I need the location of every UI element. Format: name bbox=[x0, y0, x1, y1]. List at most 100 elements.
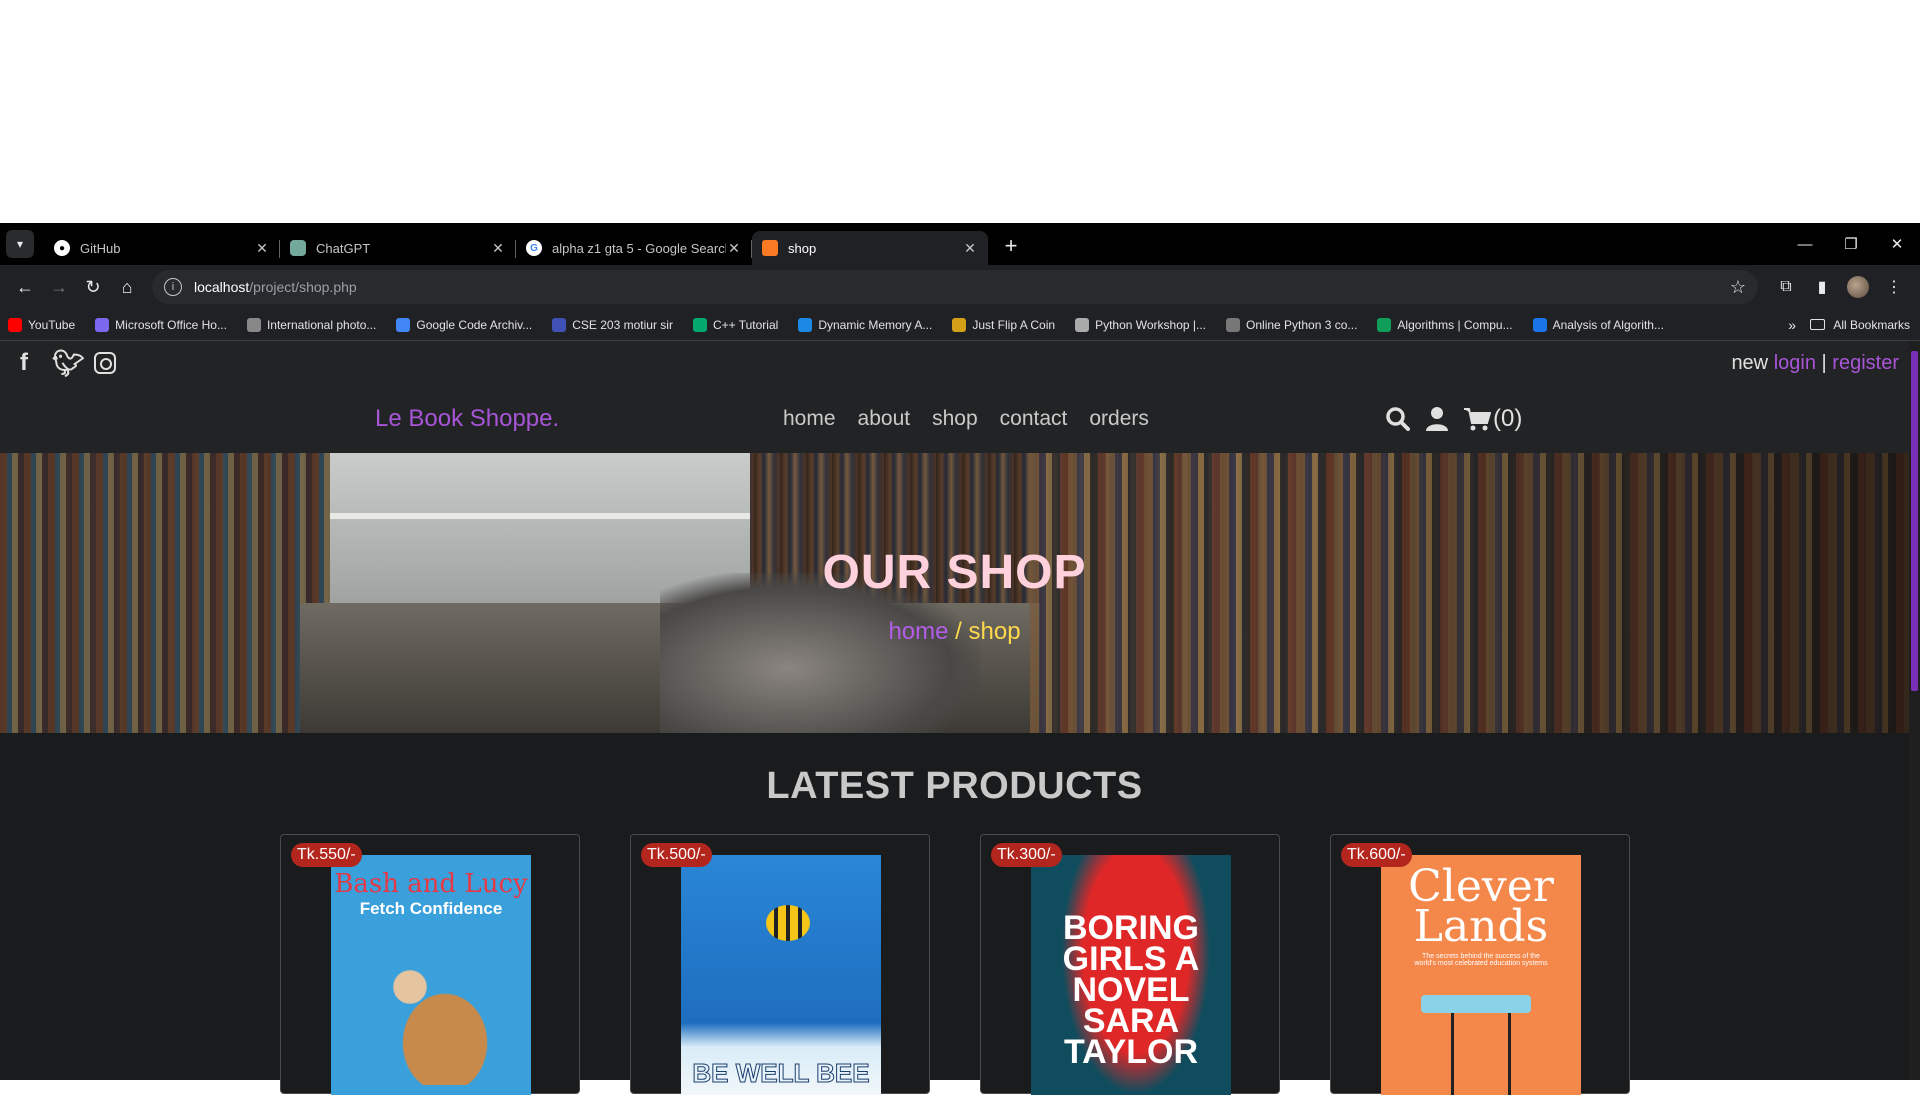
nav-shop[interactable]: shop bbox=[932, 407, 978, 431]
bookmark-item[interactable]: Microsoft Office Ho... bbox=[95, 317, 227, 332]
user-icon[interactable] bbox=[1425, 406, 1449, 432]
google-icon: G bbox=[526, 240, 542, 256]
book-cover[interactable]: BE WELL BEE bbox=[681, 855, 881, 1095]
bookmark-label: Online Python 3 co... bbox=[1246, 317, 1358, 332]
reload-icon[interactable]: ↻ bbox=[76, 270, 110, 304]
extensions-icon[interactable]: ⧉ bbox=[1768, 270, 1804, 304]
social-links: f 🐦︎ bbox=[10, 348, 116, 379]
scrollbar-thumb[interactable] bbox=[1911, 351, 1918, 691]
breadcrumb-home-link[interactable]: home bbox=[888, 618, 948, 645]
close-window-icon[interactable]: ✕ bbox=[1874, 223, 1920, 265]
bookmark-star-icon[interactable]: ☆ bbox=[1730, 277, 1746, 298]
product-card[interactable]: Tk.600/- Clever Lands The secrets behind… bbox=[1330, 834, 1630, 1095]
tab-shop[interactable]: shop ✕ bbox=[752, 231, 988, 265]
bookmark-favicon-icon bbox=[246, 317, 261, 332]
tab-google-search[interactable]: G alpha z1 gta 5 - Google Search ✕ bbox=[516, 231, 752, 265]
section-title: LATEST PRODUCTS bbox=[766, 765, 1143, 807]
bookmark-favicon-icon bbox=[1075, 317, 1090, 332]
back-icon[interactable]: ← bbox=[8, 270, 42, 304]
folder-icon bbox=[1810, 319, 1826, 330]
facebook-icon[interactable]: f bbox=[10, 349, 38, 377]
instagram-icon[interactable] bbox=[94, 352, 116, 374]
bookmark-label: Microsoft Office Ho... bbox=[115, 317, 227, 332]
site-logo[interactable]: Le Book Shoppe. bbox=[375, 405, 559, 433]
book-cover[interactable]: BORING GIRLS A NOVEL SARA TAYLOR bbox=[1031, 855, 1231, 1095]
bookmarks-bar: YouTube Microsoft Office Ho... Internation… bbox=[0, 309, 1920, 341]
bookmark-favicon-icon bbox=[8, 317, 22, 332]
all-bookmarks-button[interactable]: All Bookmarks bbox=[1810, 318, 1910, 332]
bookmarks-overflow-icon[interactable]: » bbox=[1788, 317, 1796, 333]
tab-strip: ▾ ● GitHub ✕ ChatGPT ✕ G alpha z1 gta 5 … bbox=[0, 223, 1920, 265]
bookmark-item[interactable]: Online Python 3 co... bbox=[1226, 317, 1358, 332]
window-controls: — ❐ ✕ bbox=[1782, 223, 1920, 265]
forward-icon[interactable]: → bbox=[42, 270, 76, 304]
cover-subtitle: Fetch Confidence bbox=[359, 899, 503, 918]
bookmark-item[interactable]: Just Flip A Coin bbox=[952, 317, 1055, 332]
url-text[interactable]: localhost/project/shop.php bbox=[194, 279, 1730, 295]
desk-legs bbox=[1451, 1013, 1511, 1095]
bookmark-item[interactable]: Algorithms | Compu... bbox=[1377, 317, 1513, 332]
cart-count: (0) bbox=[1493, 405, 1523, 432]
bookmark-label: International photo... bbox=[266, 317, 377, 332]
tab-chatgpt[interactable]: ChatGPT ✕ bbox=[280, 231, 516, 265]
bookmark-item[interactable]: CSE 203 motiur sir bbox=[552, 317, 673, 332]
bookmark-item[interactable]: International photo... bbox=[246, 317, 377, 332]
login-link[interactable]: login bbox=[1774, 352, 1816, 374]
nav-orders[interactable]: orders bbox=[1089, 407, 1149, 431]
profile-avatar[interactable] bbox=[1840, 270, 1876, 304]
bookmark-item[interactable]: Google Code Archiv... bbox=[396, 317, 533, 332]
price-badge: Tk.500/- bbox=[641, 843, 712, 867]
restore-icon[interactable]: ❐ bbox=[1828, 223, 1874, 265]
bookmark-label: Algorithms | Compu... bbox=[1397, 317, 1513, 332]
nav-contact[interactable]: contact bbox=[1000, 407, 1068, 431]
avatar bbox=[1847, 276, 1869, 298]
tab-title: alpha z1 gta 5 - Google Search bbox=[552, 240, 726, 256]
side-panel-icon[interactable]: ▮ bbox=[1804, 270, 1840, 304]
product-card[interactable]: Tk.500/- BE WELL BEE bbox=[630, 834, 930, 1095]
tab-title: shop bbox=[788, 240, 817, 256]
bookmark-item[interactable]: Dynamic Memory A... bbox=[798, 317, 932, 332]
page-scrollbar[interactable] bbox=[1909, 341, 1920, 1080]
book-cover[interactable]: Clever Lands The secrets behind the succ… bbox=[1381, 855, 1581, 1095]
close-icon[interactable]: ✕ bbox=[726, 240, 742, 257]
twitter-icon[interactable]: 🐦︎ bbox=[52, 348, 85, 379]
price-badge: Tk.550/- bbox=[291, 843, 362, 867]
cover-art bbox=[361, 945, 501, 1085]
nav-home[interactable]: home bbox=[783, 407, 836, 431]
header-top: f 🐦︎ new login | register bbox=[0, 341, 1909, 385]
new-tab-button[interactable]: + bbox=[996, 231, 1026, 261]
register-link[interactable]: register bbox=[1832, 352, 1899, 374]
bookmark-item[interactable]: Analysis of Algorith... bbox=[1532, 317, 1664, 332]
auth-links: new login | register bbox=[1731, 352, 1899, 375]
cart-button[interactable]: (0) bbox=[1463, 405, 1522, 433]
breadcrumb: home / shop bbox=[0, 618, 1909, 646]
site-info-icon[interactable]: i bbox=[164, 278, 182, 296]
book-cover[interactable]: Bash and Lucy Fetch Confidence bbox=[331, 855, 531, 1095]
nav-about[interactable]: about bbox=[858, 407, 911, 431]
close-icon[interactable]: ✕ bbox=[254, 240, 270, 257]
close-icon[interactable]: ✕ bbox=[490, 240, 506, 257]
blank-area bbox=[0, 0, 1920, 223]
menu-icon[interactable]: ⋮ bbox=[1876, 270, 1912, 304]
cover-title: BE WELL BEE bbox=[692, 1058, 870, 1089]
breadcrumb-current: / shop bbox=[955, 618, 1021, 645]
cover-title: BORING GIRLS A NOVEL SARA TAYLOR bbox=[1062, 909, 1200, 1071]
url-host: localhost bbox=[194, 279, 250, 295]
address-bar[interactable]: i localhost/project/shop.php ☆ bbox=[152, 270, 1758, 304]
bookmark-item[interactable]: YouTube bbox=[8, 317, 75, 332]
close-icon[interactable]: ✕ bbox=[962, 240, 978, 257]
search-icon[interactable] bbox=[1385, 406, 1411, 432]
bookmark-item[interactable]: C++ Tutorial bbox=[692, 317, 778, 332]
tab-search-button[interactable]: ▾ bbox=[6, 230, 34, 258]
tab-github[interactable]: ● GitHub ✕ bbox=[44, 231, 280, 265]
auth-new-label: new bbox=[1731, 351, 1769, 374]
bookmark-label: Google Code Archiv... bbox=[416, 317, 533, 332]
bookmark-favicon-icon bbox=[692, 317, 707, 332]
product-card[interactable]: Tk.550/- Bash and Lucy Fetch Confidence bbox=[280, 834, 580, 1095]
minimize-icon[interactable]: — bbox=[1782, 223, 1828, 265]
bookmark-item[interactable]: Python Workshop |... bbox=[1075, 317, 1206, 332]
bookmark-label: Analysis of Algorith... bbox=[1552, 317, 1664, 332]
product-card[interactable]: Tk.300/- BORING GIRLS A NOVEL SARA TAYLO… bbox=[980, 834, 1280, 1095]
cover-title: Clever Lands bbox=[1408, 861, 1554, 952]
home-icon[interactable]: ⌂ bbox=[110, 270, 144, 304]
